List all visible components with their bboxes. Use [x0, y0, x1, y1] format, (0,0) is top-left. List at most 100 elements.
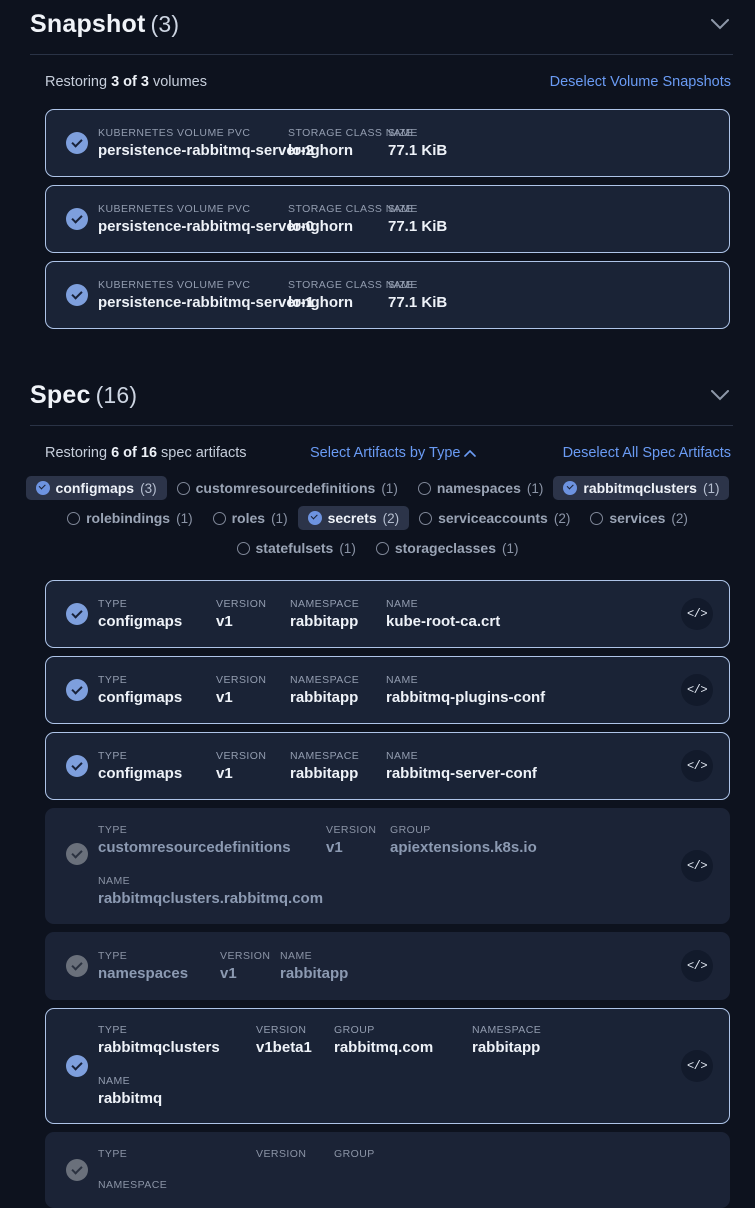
field-label: KUBERNETES VOLUME PVC — [98, 126, 251, 139]
volume-snapshot-row[interactable]: KUBERNETES VOLUME PVC persistence-rabbitm… — [45, 261, 730, 329]
code-brackets-icon[interactable]: </> — [681, 598, 713, 630]
field-label: TYPE — [98, 597, 128, 610]
row-checkbox-icon[interactable] — [66, 603, 88, 625]
artifact-type-filter-customresourcedefinitions[interactable]: customresourcedefinitions (1) — [167, 476, 408, 500]
checkbox-unchecked-icon — [590, 511, 604, 525]
chevron-up-icon — [464, 445, 477, 461]
row-checkbox-icon[interactable] — [66, 1159, 88, 1181]
field-value: rabbitapp — [472, 1039, 541, 1056]
code-brackets-icon[interactable]: </> — [681, 950, 713, 982]
field-version: VERSION v1 — [326, 823, 390, 858]
snapshot-restoring-text: Restoring 3 of 3 volumes — [45, 74, 207, 90]
row-fields: KUBERNETES VOLUME PVC persistence-rabbitm… — [98, 126, 669, 161]
spec-title-text: Spec — [30, 380, 91, 409]
spec-artifact-row[interactable]: TYPE configmaps VERSION v1 NAMESPACE rabbitap… — [45, 656, 730, 724]
spec-artifact-row[interactable]: TYPE customresourcedefinitions VERSION v1 GR… — [45, 808, 730, 924]
volume-snapshot-row[interactable]: KUBERNETES VOLUME PVC persistence-rabbitm… — [45, 185, 730, 253]
field-value: configmaps — [98, 612, 183, 630]
row-checkbox-icon[interactable] — [66, 679, 88, 701]
field-version: VERSION v1 — [216, 673, 290, 708]
field-type: TYPE customresourcedefinitions — [98, 823, 326, 858]
spec-artifact-row[interactable]: TYPE rabbitmqclusters VERSION v1beta1 GROUP r… — [45, 1008, 730, 1124]
field-version: VERSION v1beta1 — [256, 1023, 334, 1058]
spec-artifact-row[interactable]: TYPE namespaces VERSION v1 NAME rabbitapp </> — [45, 932, 730, 1000]
artifact-type-filter-row: rolebindings (1) roles (1) secrets (2) service… — [40, 506, 715, 530]
field-value: configmaps — [98, 688, 183, 706]
field-label: NAME — [386, 749, 419, 762]
chevron-down-icon[interactable] — [707, 382, 733, 408]
field-kubernetes-volume-pvc: KUBERNETES VOLUME PVC persistence-rabbitm… — [98, 126, 314, 161]
code-brackets-icon[interactable]: </> — [681, 1050, 713, 1082]
field-label: NAME — [98, 875, 131, 887]
filter-count: (2) — [382, 510, 400, 526]
field-version: VERSION v1 — [216, 597, 290, 632]
deselect-volume-snapshots-link[interactable]: Deselect Volume Snapshots — [550, 74, 731, 90]
field-label: NAMESPACE — [290, 749, 360, 762]
field-label: VERSION — [216, 673, 267, 686]
row-checkbox-icon[interactable] — [66, 284, 88, 306]
field-namespace: NAMESPACE — [98, 1178, 218, 1193]
field-label: NAME — [386, 673, 419, 686]
field-value: rabbitmqclusters — [98, 1039, 220, 1056]
spec-section: Spec (16) Restoring 6 of 16 spec artifact… — [0, 371, 755, 1208]
field-size: SIZE 77.1 KiB — [388, 202, 508, 237]
snapshot-header[interactable]: Snapshot (3) — [0, 0, 755, 48]
artifact-type-filter-storageclasses[interactable]: storageclasses (1) — [366, 536, 529, 560]
field-version: VERSION v1 — [220, 949, 280, 984]
field-label: VERSION — [220, 949, 271, 962]
field-version: VERSION v1 — [216, 749, 290, 784]
field-value: v1 — [216, 764, 233, 782]
checkbox-checked-icon — [563, 481, 578, 495]
field-value: v1 — [216, 688, 233, 706]
field-name: NAME rabbitmq — [98, 1074, 218, 1109]
field-value: persistence-rabbitmq-server-2 — [98, 141, 314, 159]
row-fields: TYPE configmaps VERSION v1 NAMESPACE rabbitap… — [98, 597, 669, 632]
snapshot-restoring-count: 3 of 3 — [111, 74, 149, 90]
field-storage-class-name: STORAGE CLASS NAME longhorn — [288, 278, 417, 313]
row-checkbox-icon[interactable] — [66, 132, 88, 154]
spec-artifact-row[interactable]: TYPE configmaps VERSION v1 NAMESPACE rabbitap… — [45, 580, 730, 648]
deselect-all-spec-artifacts-link[interactable]: Deselect All Spec Artifacts — [563, 445, 731, 461]
chevron-down-icon[interactable] — [707, 11, 733, 37]
field-label: TYPE — [98, 673, 128, 686]
snapshot-section: Snapshot (3) Restoring 3 of 3 volumes Des… — [0, 0, 755, 329]
artifact-type-filter-statefulsets[interactable]: statefulsets (1) — [227, 536, 366, 560]
code-brackets-icon[interactable]: </> — [681, 850, 713, 882]
checkbox-unchecked-icon — [236, 541, 250, 555]
artifact-type-filter-secrets[interactable]: secrets (2) — [297, 506, 410, 530]
field-label: GROUP — [390, 824, 431, 836]
field-label: VERSION — [256, 1024, 307, 1036]
row-checkbox-icon[interactable] — [66, 955, 88, 977]
field-label: NAMESPACE — [472, 1024, 542, 1036]
artifact-type-filter-namespaces[interactable]: namespaces (1) — [408, 476, 554, 500]
filter-label: services — [609, 510, 666, 526]
field-label: TYPE — [98, 949, 128, 962]
code-brackets-icon[interactable]: </> — [681, 750, 713, 782]
row-checkbox-icon[interactable] — [66, 843, 88, 865]
spec-summary: Restoring 6 of 16 spec artifacts Select … — [0, 426, 755, 466]
spec-artifact-row[interactable]: TYPE configmaps VERSION v1 NAMESPACE rabbitap… — [45, 732, 730, 800]
row-checkbox-icon[interactable] — [66, 755, 88, 777]
snapshot-restoring-suffix: volumes — [148, 74, 207, 90]
checkbox-unchecked-icon — [375, 541, 389, 555]
filter-count: (2) — [671, 510, 688, 526]
filter-label: statefulsets — [255, 540, 334, 556]
field-value: longhorn — [288, 141, 353, 159]
field-label: NAMESPACE — [98, 1179, 168, 1191]
artifact-type-filter-rolebindings[interactable]: rolebindings (1) — [57, 506, 203, 530]
row-checkbox-icon[interactable] — [66, 208, 88, 230]
checkbox-checked-icon — [307, 511, 322, 525]
row-checkbox-icon[interactable] — [66, 1055, 88, 1077]
artifact-type-filter-rabbitmqclusters[interactable]: rabbitmqclusters (1) — [553, 476, 730, 500]
code-brackets-icon[interactable]: </> — [681, 674, 713, 706]
volume-snapshot-row[interactable]: KUBERNETES VOLUME PVC persistence-rabbitm… — [45, 109, 730, 177]
artifact-type-filter-serviceaccounts[interactable]: serviceaccounts (2) — [409, 506, 580, 530]
spec-artifact-row[interactable]: TYPE VERSION GROUP NAMESPACE — [45, 1132, 730, 1208]
field-value: longhorn — [288, 293, 353, 311]
artifact-type-filter-configmaps[interactable]: configmaps (3) — [25, 476, 167, 500]
artifact-type-filter-services[interactable]: services (2) — [580, 506, 698, 530]
select-artifacts-by-type-link[interactable]: Select Artifacts by Type — [310, 445, 477, 461]
artifact-type-filter-roles[interactable]: roles (1) — [203, 506, 298, 530]
spec-header[interactable]: Spec (16) — [0, 371, 755, 419]
